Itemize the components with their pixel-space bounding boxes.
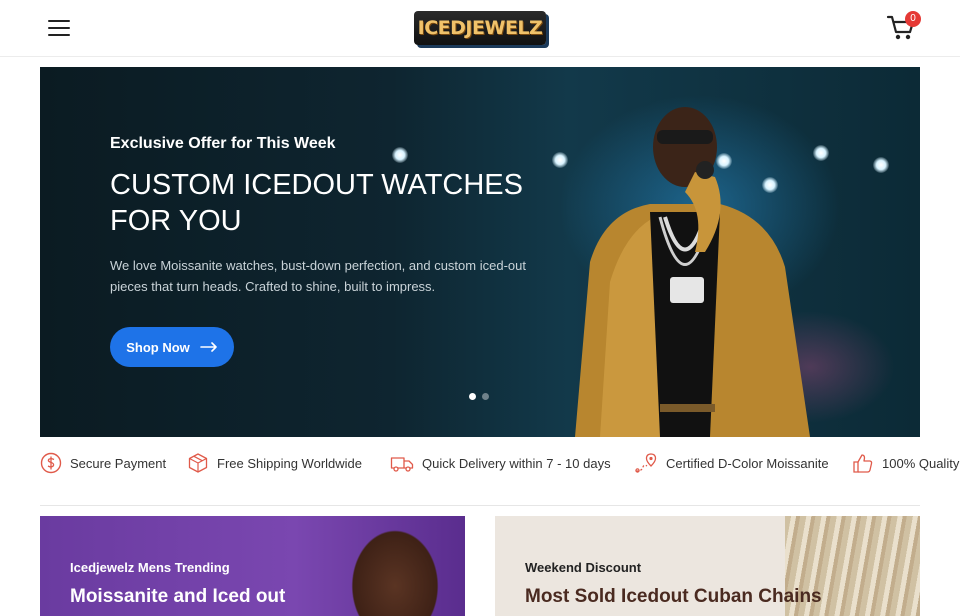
feature-free-shipping: Free Shipping Worldwide [187,440,362,486]
performer-image [575,107,810,437]
logo-text: ICEDJEWELZ [417,17,543,39]
feature-quality-guarantee: 100% Quality Guarantee [852,440,960,486]
features-strip: Secure Payment Free Shipping Worldwide Q… [40,440,960,486]
hero-description: We love Moissanite watches, bust-down pe… [110,258,526,294]
feature-secure-payment: Secure Payment [40,440,166,486]
stage-light [873,157,889,173]
hero-subtitle: Exclusive Offer for This Week [110,135,336,152]
feature-label: Secure Payment [70,455,167,471]
slider-dots [469,393,489,400]
promo-kicker: Icedjewelz Mens Trending [70,560,230,575]
package-box-icon [188,453,208,473]
feature-label: Free Shipping Worldwide [217,455,362,471]
arrow-right-icon [199,342,217,352]
thumbs-up-icon [853,454,873,473]
promo-kicker: Weekend Discount [525,560,642,575]
shop-now-label: Shop Now [126,339,190,355]
feature-certified-moissanite: Certified D-Color Moissanite [634,440,829,486]
feature-label: Quick Delivery within 7 - 10 days [422,455,611,471]
promo-card-mens-trending[interactable]: Icedjewelz Mens Trending Moissanite and … [40,516,465,616]
feature-label: 100% Quality Guarantee [882,455,960,471]
dollar-circle-icon [40,452,62,474]
stage-light [392,147,408,163]
promo-card-weekend-discount[interactable]: Weekend Discount Most Sold Icedout Cuban… [495,516,920,616]
location-route-icon [635,453,657,473]
slider-dot-1[interactable] [469,393,476,400]
promo-title: Moissanite and Iced out [70,586,286,607]
site-logo[interactable]: ICEDJEWELZ [414,11,546,45]
site-header: ICEDJEWELZ 0 [0,0,960,57]
section-divider [40,505,920,506]
hamburger-menu-icon[interactable] [46,16,72,40]
hero-title: CUSTOM ICEDOUT WATCHES FOR YOU [110,169,523,237]
cart-count-badge: 0 [905,11,921,27]
model-portrait-image [320,516,465,616]
stage-light [813,145,829,161]
feature-quick-delivery: Quick Delivery within 7 - 10 days [390,440,611,486]
hero-banner: Exclusive Offer for This Week CUSTOM ICE… [40,67,920,437]
shop-now-button[interactable]: Shop Now [110,327,234,367]
feature-label: Certified D-Color Moissanite [666,455,829,471]
delivery-truck-icon [390,457,414,472]
promo-title: Most Sold Icedout Cuban Chains [525,586,822,607]
slider-dot-2[interactable] [482,393,489,400]
